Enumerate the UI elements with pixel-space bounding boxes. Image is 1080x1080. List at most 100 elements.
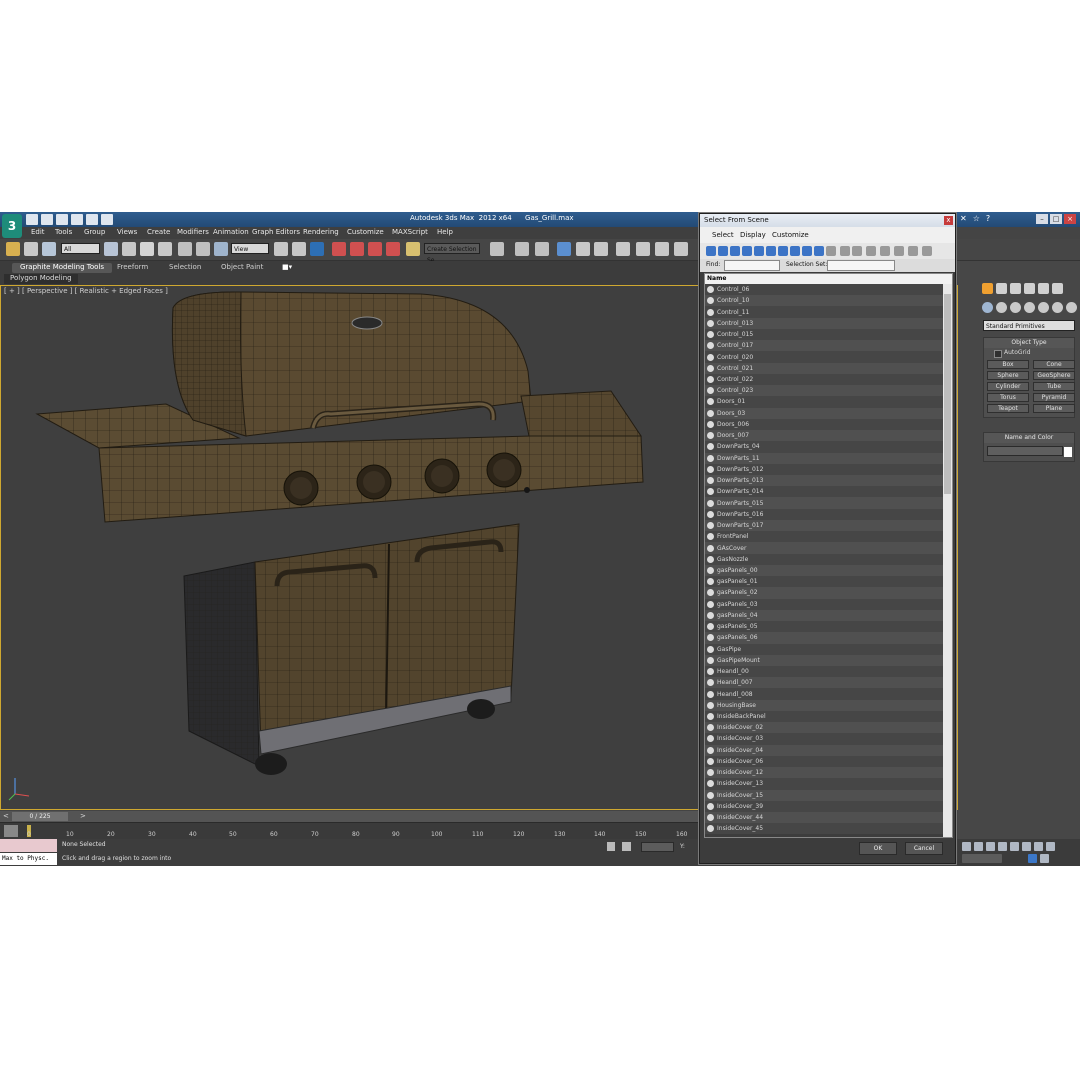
undo-icon[interactable]	[71, 214, 83, 225]
display-containers-icon[interactable]	[814, 246, 824, 256]
named-selection-dropdown[interactable]: Create Selection Se	[424, 243, 480, 264]
field-of-view-icon[interactable]	[1010, 842, 1019, 851]
align-icon[interactable]	[515, 242, 529, 256]
time-config-icon[interactable]	[1040, 854, 1049, 863]
menu-create[interactable]: Create	[147, 228, 170, 236]
app-logo-icon[interactable]: 3	[2, 214, 22, 238]
list-item[interactable]: gasPanels_06	[705, 632, 943, 644]
frame-field[interactable]	[962, 854, 1002, 863]
list-item[interactable]: DownParts_11	[705, 452, 943, 464]
graphite-toggle-icon[interactable]	[557, 242, 571, 256]
list-item[interactable]: GasNozzle	[705, 553, 943, 565]
cone-button[interactable]: Cone	[1033, 360, 1075, 369]
list-item[interactable]: InsideCover_06	[705, 755, 943, 768]
list-item[interactable]: Control_11	[705, 306, 943, 318]
list-item[interactable]: InsideBackPanel	[705, 710, 943, 723]
shapes-icon[interactable]	[996, 302, 1007, 313]
render-production-icon[interactable]	[674, 242, 688, 256]
ribbon-panel-polygon-modeling[interactable]: Polygon Modeling	[4, 274, 78, 284]
list-item[interactable]: Control_015	[705, 328, 943, 341]
list-item[interactable]: DownParts_016	[705, 508, 943, 520]
menu-customize[interactable]: Customize	[347, 228, 384, 236]
list-scrollbar-thumb[interactable]	[944, 294, 951, 494]
geometry-icon[interactable]	[982, 302, 993, 313]
list-item[interactable]: Heandl_00	[705, 665, 943, 678]
schematic-view-icon[interactable]	[594, 242, 608, 256]
angle-snap-icon[interactable]	[350, 242, 364, 256]
material-editor-icon[interactable]	[616, 242, 630, 256]
list-item[interactable]: gasPanels_00	[705, 564, 943, 577]
list-item[interactable]: Control_013	[705, 317, 943, 329]
list-item[interactable]: gasPanels_05	[705, 621, 943, 633]
unlink-icon[interactable]	[24, 242, 38, 256]
lights-icon[interactable]	[1010, 302, 1021, 313]
zoom-extents-icon[interactable]	[986, 842, 995, 851]
scene-object-list[interactable]: Name Control_06 Control_10 Control_11 Contr…	[704, 273, 953, 838]
display-bones-icon[interactable]	[802, 246, 812, 256]
list-item[interactable]: gasPanels_04	[705, 609, 943, 622]
menu-views[interactable]: Views	[117, 228, 137, 236]
snaps-toggle-icon[interactable]	[332, 242, 346, 256]
list-item[interactable]: GasPipe	[705, 643, 943, 655]
list-item[interactable]: Control_10	[705, 295, 943, 307]
menu-graph-editors[interactable]: Graph Editors	[252, 228, 300, 236]
time-slider[interactable]: < 0 / 225 >	[0, 811, 700, 822]
list-item[interactable]: InsideCover_12	[705, 767, 943, 779]
utilities-tab-icon[interactable]	[1052, 283, 1063, 294]
display-xrefs-icon[interactable]	[790, 246, 800, 256]
close-icon[interactable]: x	[944, 216, 953, 225]
select-none-icon[interactable]	[880, 246, 890, 256]
list-item[interactable]: DownParts_04	[705, 441, 943, 453]
menu-help[interactable]: Help	[437, 228, 453, 236]
object-color-swatch[interactable]	[1064, 447, 1072, 457]
list-item[interactable]: InsideCover_03	[705, 733, 943, 745]
ribbon-options-icon[interactable]: ■▾	[282, 263, 292, 273]
edit-named-selection-icon[interactable]	[406, 242, 420, 256]
display-geometry-icon[interactable]	[706, 246, 716, 256]
window-crossing-icon[interactable]	[158, 242, 172, 256]
list-item[interactable]: Control_022	[705, 373, 943, 386]
list-item[interactable]: Control_021	[705, 362, 943, 374]
maxscript-listener-input[interactable]	[0, 839, 57, 852]
list-scrollbar[interactable]	[943, 284, 952, 837]
list-item[interactable]: InsideCover_39	[705, 800, 943, 813]
teapot-button[interactable]: Teapot	[987, 404, 1029, 413]
autogrid-checkbox[interactable]: AutoGrid	[984, 348, 1074, 358]
list-item[interactable]: GAsCover	[705, 542, 943, 554]
list-item[interactable]: Doors_03	[705, 407, 943, 419]
menu-tools[interactable]: Tools	[55, 228, 72, 236]
filter-icon[interactable]	[908, 246, 918, 256]
list-item[interactable]: Control_017	[705, 340, 943, 352]
list-item[interactable]: DownParts_013	[705, 474, 943, 487]
mirror-icon[interactable]	[490, 242, 504, 256]
menu-modifiers[interactable]: Modifiers	[177, 228, 209, 236]
pivot-center-icon[interactable]	[274, 242, 288, 256]
selection-lock-icon[interactable]	[607, 842, 615, 851]
list-item[interactable]: DownParts_014	[705, 486, 943, 498]
next-frame-icon[interactable]: >	[80, 812, 86, 820]
list-item[interactable]: Heandl_007	[705, 677, 943, 689]
save-file-icon[interactable]	[56, 214, 68, 225]
help-icon[interactable]: ?	[986, 214, 990, 223]
menu-animation[interactable]: Animation	[213, 228, 249, 236]
bind-space-warp-icon[interactable]	[42, 242, 56, 256]
box-button[interactable]: Box	[987, 360, 1029, 369]
list-item[interactable]: InsideCover_44	[705, 812, 943, 824]
object-type-title[interactable]: Object Type	[984, 338, 1074, 348]
tab-object-paint[interactable]: Object Paint	[221, 263, 263, 273]
select-object-icon[interactable]	[104, 242, 118, 256]
dialog-menu-display[interactable]: Display	[740, 231, 766, 239]
track-bar[interactable]: 0 10 20 30 40 50 60 70 80 90 100 110 120…	[0, 822, 700, 839]
maximize-viewport-icon[interactable]	[1046, 842, 1055, 851]
space-warps-icon[interactable]	[1052, 302, 1063, 313]
key-mode-icon[interactable]	[1028, 854, 1037, 863]
new-file-icon[interactable]	[26, 214, 38, 225]
menu-rendering[interactable]: Rendering	[303, 228, 339, 236]
primitive-type-dropdown[interactable]: Standard Primitives	[983, 320, 1075, 331]
dialog-menu-select[interactable]: Select	[712, 231, 734, 239]
display-helpers-icon[interactable]	[754, 246, 764, 256]
orbit-icon[interactable]	[1034, 842, 1043, 851]
find-input[interactable]	[724, 260, 780, 271]
zoom-all-icon[interactable]	[974, 842, 983, 851]
tab-graphite-modeling-tools[interactable]: Graphite Modeling Tools	[12, 263, 113, 273]
